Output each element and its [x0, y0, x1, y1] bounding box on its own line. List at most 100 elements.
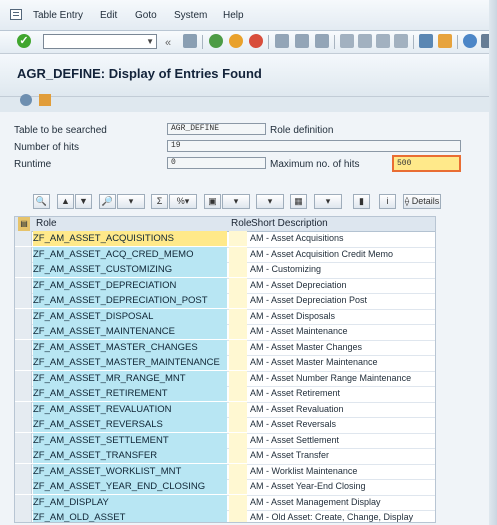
- info-button[interactable]: i: [379, 194, 396, 209]
- print-icon[interactable]: [275, 34, 289, 48]
- table-row[interactable]: ZF_AM_ASSET_DISPOSAL AM - Asset Disposals: [15, 308, 435, 325]
- back-icon[interactable]: [209, 34, 223, 48]
- row-selector[interactable]: [15, 246, 32, 262]
- row-selector[interactable]: [15, 463, 32, 479]
- find-button[interactable]: 🔎: [99, 194, 116, 209]
- table-row[interactable]: ZF_AM_ASSET_REVALUATION AM - Asset Revalu…: [15, 401, 435, 418]
- exit-icon[interactable]: [229, 34, 243, 48]
- role-cell[interactable]: ZF_AM_ASSET_MASTER_MAINTENANCE: [33, 355, 227, 370]
- table-row[interactable]: ZF_AM_ASSET_DEPRECIATION_POST AM - Asset …: [15, 293, 435, 310]
- row-selector[interactable]: [15, 308, 32, 324]
- help-icon[interactable]: [463, 34, 477, 48]
- table-row[interactable]: ZF_AM_ASSET_MR_RANGE_MNT AM - Asset Numbe…: [15, 370, 435, 387]
- find-icon[interactable]: [295, 34, 309, 48]
- role-cell[interactable]: ZF_AM_ASSET_DEPRECIATION: [33, 277, 227, 293]
- row-selector[interactable]: [15, 494, 32, 510]
- role-cell[interactable]: ZF_AM_ASSET_CUSTOMIZING: [33, 262, 227, 277]
- find-next-icon[interactable]: [315, 34, 329, 48]
- row-selector[interactable]: [15, 324, 32, 339]
- role-cell[interactable]: ZF_AM_ASSET_MASTER_CHANGES: [33, 339, 227, 355]
- view-button[interactable]: ▾: [256, 194, 284, 209]
- table-row[interactable]: ZF_AM_DISPLAY AM - Asset Management Displ…: [15, 494, 435, 511]
- column-header-role[interactable]: Role: [36, 217, 57, 231]
- menu-table-entry[interactable]: Table Entry: [33, 10, 83, 21]
- refresh-icon[interactable]: [20, 94, 32, 106]
- graphic-button[interactable]: ▾: [314, 194, 342, 209]
- role-cell[interactable]: ZF_AM_ASSET_ACQ_CRED_MEMO: [33, 246, 227, 262]
- table-row[interactable]: ZF_AM_OLD_ASSET AM - Old Asset: Create, C…: [15, 510, 435, 522]
- row-selector[interactable]: [15, 386, 32, 401]
- role-cell[interactable]: ZF_AM_ASSET_MR_RANGE_MNT: [33, 370, 227, 386]
- menu-goto[interactable]: Goto: [135, 10, 157, 21]
- table-row[interactable]: ZF_AM_ASSET_WORKLIST_MNT AM - Worklist Ma…: [15, 463, 435, 480]
- table-row[interactable]: ZF_AM_ASSET_ACQ_CRED_MEMO AM - Asset Acqu…: [15, 246, 435, 263]
- filter-button[interactable]: ▾: [117, 194, 145, 209]
- menu-system[interactable]: System: [174, 10, 207, 21]
- row-selector[interactable]: [15, 355, 32, 370]
- row-selector[interactable]: [15, 401, 32, 417]
- enter-icon[interactable]: ✓: [17, 34, 31, 48]
- first-page-icon[interactable]: [340, 34, 354, 48]
- role-cell[interactable]: ZF_AM_ASSET_DEPRECIATION_POST: [33, 293, 227, 308]
- role-cell[interactable]: ZF_AM_DISPLAY: [33, 494, 227, 510]
- table-row[interactable]: ZF_AM_ASSET_YEAR_END_CLOSING AM - Asset Y…: [15, 479, 435, 496]
- table-row[interactable]: ZF_AM_ASSET_TRANSFER AM - Asset Transfer: [15, 448, 435, 465]
- role-cell[interactable]: ZF_AM_ASSET_RETIREMENT: [33, 386, 227, 401]
- table-row[interactable]: ZF_AM_ASSET_MAINTENANCE AM - Asset Mainte…: [15, 324, 435, 341]
- subtotal-button[interactable]: %▾: [169, 194, 197, 209]
- row-selector[interactable]: [15, 479, 32, 494]
- row-selector[interactable]: [15, 262, 32, 277]
- table-row[interactable]: ZF_AM_ASSET_DEPRECIATION AM - Asset Depre…: [15, 277, 435, 294]
- collapse-icon[interactable]: «: [165, 37, 171, 49]
- role-cell[interactable]: ZF_AM_ASSET_ACQUISITIONS: [33, 231, 227, 246]
- table-row[interactable]: ZF_AM_ASSET_MASTER_MAINTENANCE AM - Asset…: [15, 355, 435, 372]
- layout-button[interactable]: ▦: [290, 194, 307, 209]
- details-button[interactable]: ⟠ Details: [403, 194, 441, 209]
- row-selector[interactable]: [15, 370, 32, 386]
- table-row[interactable]: ZF_AM_ASSET_REVERSALS AM - Asset Reversal…: [15, 417, 435, 434]
- print-preview-button[interactable]: ▣: [204, 194, 221, 209]
- shortcut-icon[interactable]: [438, 34, 452, 48]
- new-session-icon[interactable]: [419, 34, 433, 48]
- max-hits-input[interactable]: 500: [392, 155, 461, 172]
- table-row[interactable]: ZF_AM_ASSET_SETTLEMENT AM - Asset Settlem…: [15, 432, 435, 449]
- role-cell[interactable]: ZF_AM_ASSET_REVALUATION: [33, 401, 227, 417]
- role-cell[interactable]: ZF_AM_ASSET_TRANSFER: [33, 448, 227, 463]
- row-selector[interactable]: [15, 510, 32, 522]
- row-selector[interactable]: [15, 277, 32, 293]
- column-header-description[interactable]: Short Description: [251, 217, 328, 231]
- row-selector[interactable]: [15, 448, 32, 463]
- role-cell[interactable]: ZF_AM_ASSET_YEAR_END_CLOSING: [33, 479, 227, 494]
- select-all-icon[interactable]: ▤: [18, 217, 30, 231]
- row-selector[interactable]: [15, 417, 32, 432]
- role-cell[interactable]: ZF_AM_ASSET_REVERSALS: [33, 417, 227, 432]
- export-button[interactable]: ▾: [222, 194, 250, 209]
- row-selector[interactable]: [15, 432, 32, 448]
- sum-button[interactable]: Σ: [151, 194, 168, 209]
- chevron-down-icon[interactable]: ▼: [146, 37, 154, 46]
- cancel-icon[interactable]: [249, 34, 263, 48]
- role-cell[interactable]: ZF_AM_ASSET_SETTLEMENT: [33, 432, 227, 448]
- menu-help[interactable]: Help: [223, 10, 244, 21]
- row-selector[interactable]: [15, 339, 32, 355]
- role-cell[interactable]: ZF_AM_OLD_ASSET: [33, 510, 227, 522]
- table-row[interactable]: ZF_AM_ASSET_RETIREMENT AM - Asset Retirem…: [15, 386, 435, 403]
- table-row[interactable]: ZF_AM_ASSET_ACQUISITIONS AM - Asset Acqui…: [15, 231, 435, 248]
- menu-edit[interactable]: Edit: [100, 10, 117, 21]
- table-row[interactable]: ZF_AM_ASSET_MASTER_CHANGES AM - Asset Mas…: [15, 339, 435, 356]
- sort-ascending-button[interactable]: ▲: [57, 194, 74, 209]
- menu-icon[interactable]: [10, 9, 22, 20]
- table-row[interactable]: ZF_AM_ASSET_CUSTOMIZING AM - Customizing: [15, 262, 435, 279]
- column-header-role-2[interactable]: Role: [231, 217, 252, 231]
- detail-view-button[interactable]: 🔍: [33, 194, 50, 209]
- next-page-icon[interactable]: [376, 34, 390, 48]
- row-selector[interactable]: [15, 231, 32, 246]
- save-icon[interactable]: [183, 34, 197, 48]
- role-cell[interactable]: ZF_AM_ASSET_MAINTENANCE: [33, 324, 227, 339]
- role-cell[interactable]: ZF_AM_ASSET_WORKLIST_MNT: [33, 463, 227, 479]
- sort-descending-button[interactable]: ▼: [75, 194, 92, 209]
- previous-page-icon[interactable]: [358, 34, 372, 48]
- chart-button[interactable]: ▮: [353, 194, 370, 209]
- row-selector[interactable]: [15, 293, 32, 308]
- role-cell[interactable]: ZF_AM_ASSET_DISPOSAL: [33, 308, 227, 324]
